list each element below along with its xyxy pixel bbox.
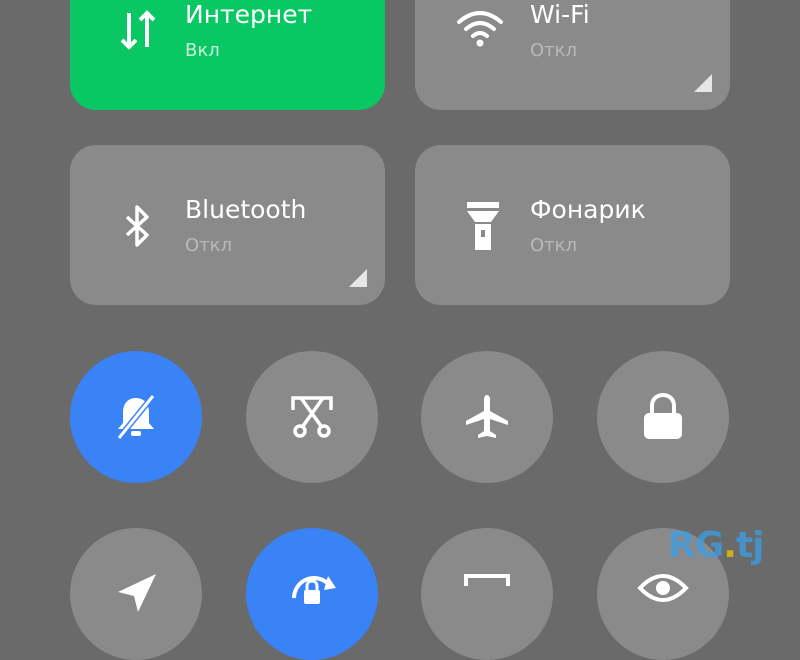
wifi-tile[interactable]: Wi-Fi Откл: [415, 0, 730, 110]
tile-status: Откл: [185, 235, 233, 256]
screen-recorder-icon: [462, 572, 512, 602]
screenshot-button[interactable]: [246, 351, 378, 483]
tile-title: Wi-Fi: [530, 0, 590, 29]
location-icon: [114, 572, 158, 612]
lock-screen-button[interactable]: [597, 351, 729, 483]
silent-mode-button[interactable]: [70, 351, 202, 483]
airplane-mode-button[interactable]: [421, 351, 553, 483]
flashlight-tile[interactable]: Фонарик Откл: [415, 145, 730, 305]
watermark-logo: RG.tj: [668, 525, 765, 566]
expand-corner-icon[interactable]: [349, 269, 367, 287]
screen-recorder-button[interactable]: [421, 528, 553, 660]
watermark-dot: .: [723, 525, 737, 566]
internet-tile[interactable]: Интернет Вкл: [70, 0, 385, 110]
airplane-icon: [461, 391, 513, 443]
location-button[interactable]: [70, 528, 202, 660]
tile-title: Фонарик: [530, 195, 646, 224]
tile-title: Bluetooth: [185, 195, 307, 224]
tile-status: Откл: [530, 40, 578, 61]
auto-rotate-lock-button[interactable]: [246, 528, 378, 660]
tile-status: Вкл: [185, 40, 220, 61]
screenshot-icon: [287, 392, 337, 442]
silent-mode-icon: [109, 390, 163, 444]
tile-status: Откл: [530, 235, 578, 256]
bluetooth-icon: [115, 203, 161, 249]
reading-mode-icon: [637, 566, 689, 602]
watermark-part: tj: [735, 525, 765, 566]
auto-rotate-lock-icon: [284, 568, 340, 608]
wifi-icon: [455, 6, 503, 52]
tile-title: Интернет: [185, 0, 313, 29]
bluetooth-tile[interactable]: Bluetooth Откл: [70, 145, 385, 305]
watermark-part: RG: [668, 525, 724, 566]
flashlight-icon: [460, 200, 506, 250]
lock-icon: [638, 391, 688, 443]
mobile-data-icon: [115, 7, 161, 53]
expand-corner-icon[interactable]: [694, 74, 712, 92]
